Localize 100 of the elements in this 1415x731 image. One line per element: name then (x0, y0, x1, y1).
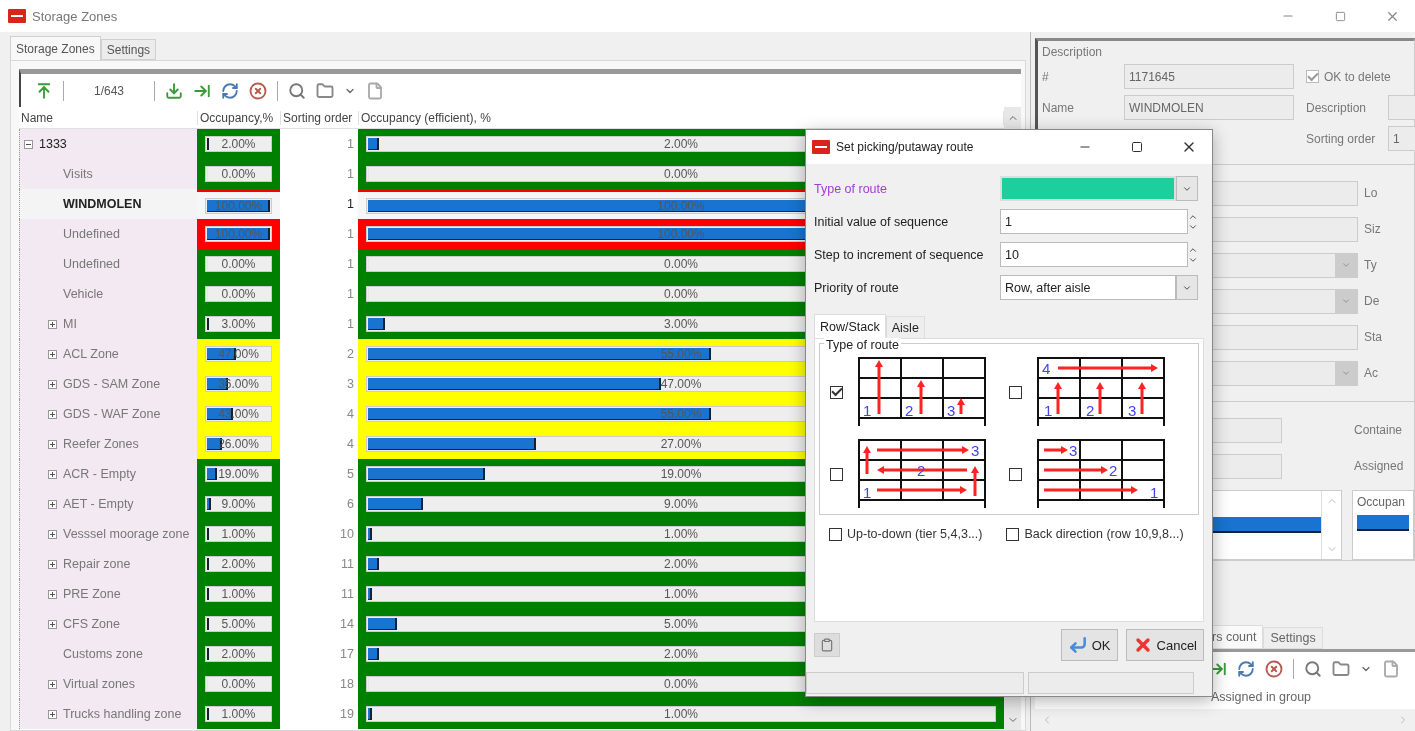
checkbox[interactable] (1009, 385, 1022, 399)
efficient-value: 0.00% (664, 287, 698, 301)
expand-icon[interactable] (48, 619, 57, 629)
tree-row[interactable]: Customs zone (19, 639, 197, 669)
tree-row[interactable]: GDS - WAF Zone (19, 399, 197, 429)
stop-icon[interactable] (249, 81, 268, 100)
folder-icon[interactable] (1332, 659, 1350, 678)
tab[interactable]: Settings (1263, 627, 1323, 649)
tree-row[interactable]: Trucks handling zone (19, 699, 197, 729)
expand-icon[interactable] (48, 439, 57, 449)
route-arrow (917, 380, 925, 414)
tree-row[interactable]: WINDMOLEN (19, 189, 197, 219)
app-logo-icon (812, 140, 830, 154)
column-header[interactable]: Occupancy,% (198, 110, 281, 125)
expand-icon[interactable] (48, 709, 57, 719)
occupancy-value: 9.00% (221, 497, 256, 511)
tab[interactable]: Aisle (885, 316, 925, 338)
document-icon[interactable] (366, 81, 385, 100)
tab[interactable]: Row/Stack (814, 314, 886, 338)
ok-button[interactable]: OK (1060, 629, 1118, 661)
folder-icon[interactable] (316, 81, 335, 100)
tree-row[interactable]: Repair zone (19, 549, 197, 579)
occupancy-value: 0.00% (221, 677, 256, 691)
sorting-order-cell-text: 5 (346, 467, 355, 481)
tree-row[interactable]: 1333 (19, 129, 197, 159)
expand-icon[interactable] (48, 679, 57, 689)
zone-name: ACL Zone (63, 347, 119, 361)
list-box[interactable]: Occupan (1352, 490, 1414, 560)
tree-row[interactable]: PRE Zone (19, 579, 197, 609)
field-label: Name (1042, 100, 1075, 115)
checkbox[interactable] (829, 527, 842, 541)
group-title: Type of route (824, 338, 901, 352)
app-logo-icon (8, 9, 26, 23)
number-field[interactable]: 1 (1000, 209, 1188, 234)
route-arrow (1044, 466, 1108, 474)
tree-row[interactable]: GDS - SAM Zone (19, 369, 197, 399)
expand-icon[interactable] (48, 529, 57, 539)
dropdown-field[interactable]: Row, after aisle (1000, 275, 1176, 300)
collapse-icon[interactable] (24, 139, 33, 149)
column-header: Occupan (1357, 495, 1407, 509)
clipboard-button[interactable] (814, 633, 840, 657)
checkbox[interactable] (830, 467, 843, 481)
text-field[interactable]: WINDMOLEN (1124, 95, 1294, 120)
cancel-button[interactable]: Cancel (1125, 629, 1204, 661)
refresh-icon[interactable] (221, 81, 240, 100)
tree-row[interactable]: CFS Zone (19, 609, 197, 639)
expand-icon[interactable] (48, 379, 57, 389)
occupancy-value: 3.00% (221, 317, 256, 331)
field-label: De (1364, 294, 1380, 308)
tree-row[interactable]: MI (19, 309, 197, 339)
expand-icon[interactable] (48, 499, 57, 509)
expand-icon[interactable] (48, 589, 57, 599)
download-icon[interactable] (165, 81, 184, 100)
search-icon[interactable] (1304, 659, 1322, 678)
efficient-value: 100.00% (657, 227, 705, 241)
checkbox-label: Back direction (row 10,9,8...) (1024, 527, 1184, 541)
field-label: Priority of route (814, 280, 900, 295)
text-field[interactable]: 1171645 (1124, 64, 1294, 89)
tree-row[interactable]: Visits (19, 159, 197, 189)
checkbox[interactable] (830, 385, 843, 399)
search-icon[interactable] (288, 81, 307, 100)
field-label: Initial value of sequence (814, 214, 950, 229)
field-label: # (1042, 69, 1050, 84)
number-field[interactable]: 10 (1000, 242, 1188, 267)
tree-row[interactable]: Vesssel moorage zone (19, 519, 197, 549)
tree-row[interactable]: AET - Empty (19, 489, 197, 519)
expand-icon[interactable] (48, 349, 57, 359)
expand-icon[interactable] (48, 409, 57, 419)
column-header[interactable]: Assigned in group (1211, 690, 1312, 704)
tree-row[interactable]: ACR - Empty (19, 459, 197, 489)
checkbox[interactable] (1306, 70, 1319, 83)
tab[interactable]: Storage Zones (10, 36, 101, 60)
color-field[interactable] (1000, 176, 1176, 201)
expand-icon[interactable] (48, 319, 57, 329)
tab[interactable]: Settings (100, 39, 157, 60)
tree-row[interactable]: Reefer Zones (19, 429, 197, 459)
route-arrow (863, 446, 871, 474)
sorting-order-cell-text: 1 (346, 137, 355, 151)
zone-name: Reefer Zones (63, 437, 139, 451)
checkbox[interactable] (1006, 527, 1020, 541)
tree-row[interactable]: Undefined (19, 219, 197, 249)
zone-name: WINDMOLEN (63, 197, 142, 211)
column-header[interactable]: Name (19, 110, 198, 125)
sorting-order-cell-text: 1 (346, 167, 355, 181)
column-header[interactable]: Sorting order (281, 110, 359, 125)
tree-row[interactable]: Virtual zones (19, 669, 197, 699)
refresh-icon[interactable] (1237, 659, 1255, 678)
zone-name: CFS Zone (63, 617, 120, 631)
efficient-value: 55.00% (660, 347, 702, 361)
tree-row[interactable]: Undefined (19, 249, 197, 279)
stop-icon[interactable] (1265, 659, 1283, 678)
tree-row[interactable]: Vehicle (19, 279, 197, 309)
document-icon[interactable] (1382, 659, 1400, 678)
tree-row[interactable]: ACL Zone (19, 339, 197, 369)
field-label: Sorting order (1306, 131, 1377, 146)
checkbox[interactable] (1009, 467, 1022, 481)
first-record-icon[interactable] (35, 81, 53, 100)
text-field[interactable]: 1 (1388, 126, 1415, 151)
expand-icon[interactable] (48, 469, 57, 479)
expand-icon[interactable] (48, 559, 57, 569)
